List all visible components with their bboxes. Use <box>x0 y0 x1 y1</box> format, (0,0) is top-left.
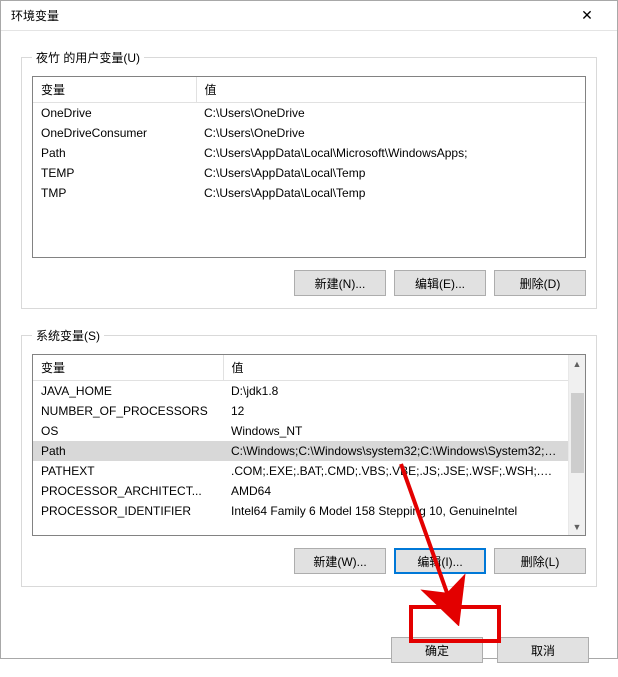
var-value: D:\jdk1.8 <box>223 381 568 402</box>
var-value: Intel64 Family 6 Model 158 Stepping 10, … <box>223 501 568 521</box>
system-delete-button[interactable]: 删除(L) <box>494 548 586 574</box>
table-row[interactable]: TMPC:\Users\AppData\Local\Temp <box>33 183 585 203</box>
system-buttons-row: 新建(W)... 编辑(I)... 删除(L) <box>32 548 586 574</box>
system-variables-table-wrap: 变量 值 JAVA_HOMED:\jdk1.8 NUMBER_OF_PROCES… <box>32 354 586 536</box>
user-buttons-row: 新建(N)... 编辑(E)... 删除(D) <box>32 270 586 296</box>
column-variable[interactable]: 变量 <box>33 355 223 381</box>
table-header-row: 变量 值 <box>33 355 568 381</box>
user-new-button[interactable]: 新建(N)... <box>294 270 386 296</box>
user-edit-button[interactable]: 编辑(E)... <box>394 270 486 296</box>
scrollbar[interactable]: ▲ ▼ <box>568 355 585 535</box>
table-row[interactable]: OneDriveC:\Users\OneDrive <box>33 103 585 124</box>
var-name: TEMP <box>33 163 196 183</box>
column-value[interactable]: 值 <box>223 355 568 381</box>
column-value[interactable]: 值 <box>196 77 585 103</box>
dialog-content: 夜竹 的用户变量(U) 变量 值 OneDriveC:\Users\OneDri… <box>1 31 617 617</box>
var-name: Path <box>33 143 196 163</box>
var-name: JAVA_HOME <box>33 381 223 402</box>
var-name: Path <box>33 441 223 461</box>
var-value: 12 <box>223 401 568 421</box>
close-button[interactable]: ✕ <box>567 2 607 30</box>
var-name: PATHEXT <box>33 461 223 481</box>
cancel-button[interactable]: 取消 <box>497 637 589 663</box>
var-name: PROCESSOR_ARCHITECT... <box>33 481 223 501</box>
scroll-up-icon[interactable]: ▲ <box>569 355 585 372</box>
var-name: OneDriveConsumer <box>33 123 196 143</box>
table-header-row: 变量 值 <box>33 77 585 103</box>
table-row[interactable]: PathC:\Windows;C:\Windows\system32;C:\Wi… <box>33 441 568 461</box>
title-bar: 环境变量 ✕ <box>1 1 617 31</box>
system-variables-table[interactable]: 变量 值 JAVA_HOMED:\jdk1.8 NUMBER_OF_PROCES… <box>33 355 568 521</box>
table-row[interactable]: PROCESSOR_IDENTIFIERIntel64 Family 6 Mod… <box>33 501 568 521</box>
column-variable[interactable]: 变量 <box>33 77 196 103</box>
system-edit-button[interactable]: 编辑(I)... <box>394 548 486 574</box>
var-name: TMP <box>33 183 196 203</box>
var-name: OneDrive <box>33 103 196 124</box>
var-value: C:\Users\AppData\Local\Temp <box>196 183 585 203</box>
var-name: OS <box>33 421 223 441</box>
table-row[interactable]: OSWindows_NT <box>33 421 568 441</box>
table-row[interactable]: JAVA_HOMED:\jdk1.8 <box>33 381 568 402</box>
var-value: C:\Windows;C:\Windows\system32;C:\Window… <box>223 441 568 461</box>
table-row[interactable]: NUMBER_OF_PROCESSORS12 <box>33 401 568 421</box>
var-value: .COM;.EXE;.BAT;.CMD;.VBS;.VBE;.JS;.JSE;.… <box>223 461 568 481</box>
table-row[interactable]: TEMPC:\Users\AppData\Local\Temp <box>33 163 585 183</box>
close-icon: ✕ <box>581 7 593 24</box>
table-row[interactable]: PATHEXT.COM;.EXE;.BAT;.CMD;.VBS;.VBE;.JS… <box>33 461 568 481</box>
scroll-thumb[interactable] <box>571 393 584 473</box>
user-variables-table[interactable]: 变量 值 OneDriveC:\Users\OneDrive OneDriveC… <box>33 77 585 203</box>
system-new-button[interactable]: 新建(W)... <box>294 548 386 574</box>
var-value: C:\Users\OneDrive <box>196 123 585 143</box>
var-name: PROCESSOR_IDENTIFIER <box>33 501 223 521</box>
var-value: AMD64 <box>223 481 568 501</box>
var-value: C:\Users\OneDrive <box>196 103 585 124</box>
table-row[interactable]: OneDriveConsumerC:\Users\OneDrive <box>33 123 585 143</box>
table-row[interactable]: PathC:\Users\AppData\Local\Microsoft\Win… <box>33 143 585 163</box>
system-variables-group: 系统变量(S) 变量 值 JAVA_HOMED:\jdk1.8 NUMBER_O… <box>21 327 597 587</box>
user-delete-button[interactable]: 删除(D) <box>494 270 586 296</box>
window-title: 环境变量 <box>11 7 59 24</box>
var-value: C:\Users\AppData\Local\Temp <box>196 163 585 183</box>
user-variables-table-wrap: 变量 值 OneDriveC:\Users\OneDrive OneDriveC… <box>32 76 586 258</box>
user-variables-legend: 夜竹 的用户变量(U) <box>32 49 144 66</box>
dialog-footer: 确定 取消 <box>1 629 617 677</box>
user-variables-group: 夜竹 的用户变量(U) 变量 值 OneDriveC:\Users\OneDri… <box>21 49 597 309</box>
scroll-down-icon[interactable]: ▼ <box>569 518 585 535</box>
system-variables-legend: 系统变量(S) <box>32 327 104 344</box>
table-row[interactable]: PROCESSOR_ARCHITECT...AMD64 <box>33 481 568 501</box>
var-value: Windows_NT <box>223 421 568 441</box>
ok-button[interactable]: 确定 <box>391 637 483 663</box>
var-name: NUMBER_OF_PROCESSORS <box>33 401 223 421</box>
var-value: C:\Users\AppData\Local\Microsoft\Windows… <box>196 143 585 163</box>
